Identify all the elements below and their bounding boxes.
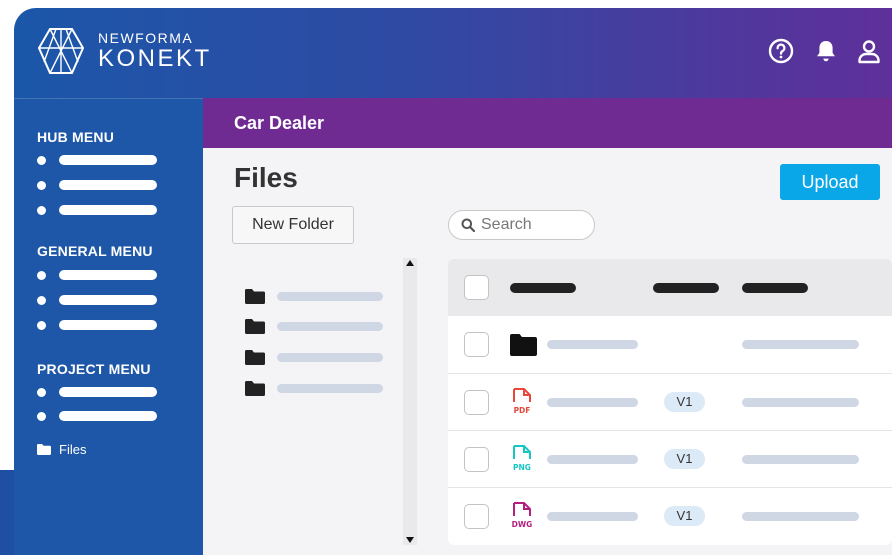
hub-menu-item[interactable]: [37, 180, 157, 190]
search-input[interactable]: Search: [448, 210, 595, 240]
file-name-placeholder: [547, 340, 638, 349]
project-menu-item[interactable]: [37, 411, 157, 421]
hub-menu-item[interactable]: [37, 205, 157, 215]
folder-tree-scrollbar[interactable]: [403, 258, 417, 545]
file-name-placeholder: [547, 512, 638, 521]
folder-icon: [510, 334, 537, 356]
column-header-name[interactable]: [510, 283, 576, 293]
select-all-checkbox[interactable]: [464, 275, 489, 300]
folder-icon: [37, 444, 51, 455]
modified-placeholder: [742, 512, 859, 521]
file-table: PDF V1 PNG V1 DWG V1: [448, 259, 892, 545]
brand-name-top: NEWFORMA: [98, 30, 194, 46]
general-menu-item[interactable]: [37, 295, 157, 305]
newforma-konekt-logo[interactable]: NEWFORMA KONEKT: [36, 26, 212, 76]
general-menu-title: GENERAL MENU: [37, 243, 153, 259]
table-header: [448, 259, 892, 316]
sidebar-item-files-label: Files: [59, 442, 87, 457]
scroll-down-arrow-icon[interactable]: [406, 537, 414, 543]
pdf-file-icon: PDF: [513, 388, 531, 415]
sidebar: HUB MENU GENERAL MENU PROJECT MENU Files: [14, 98, 203, 555]
folder-tree-item[interactable]: [245, 381, 383, 396]
project-bar: Car Dealer: [203, 98, 892, 148]
modified-placeholder: [742, 340, 859, 349]
modified-placeholder: [742, 398, 859, 407]
folder-tree-item[interactable]: [245, 319, 383, 334]
version-badge[interactable]: V1: [664, 506, 705, 526]
file-name-placeholder: [547, 455, 638, 464]
png-file-icon: PNG: [513, 445, 531, 472]
brand-name-bottom: KONEKT: [98, 45, 212, 72]
dwg-file-icon: DWG: [512, 502, 533, 529]
hub-menu-title: HUB MENU: [37, 129, 115, 145]
file-name-placeholder: [547, 398, 638, 407]
version-badge[interactable]: V1: [664, 449, 705, 469]
folder-tree-item[interactable]: [245, 350, 383, 365]
column-header-version[interactable]: [653, 283, 719, 293]
version-badge[interactable]: V1: [664, 392, 705, 412]
row-checkbox[interactable]: [464, 390, 489, 415]
app-window: NEWFORMA KONEKT HUB MENU GENERAL MENU PR…: [14, 8, 892, 555]
project-menu-title: PROJECT MENU: [37, 361, 151, 377]
folder-icon: [245, 289, 265, 304]
table-row[interactable]: [448, 316, 892, 373]
row-checkbox[interactable]: [464, 332, 489, 357]
project-menu-item[interactable]: [37, 387, 157, 397]
table-row[interactable]: DWG V1: [448, 487, 892, 544]
scroll-up-arrow-icon[interactable]: [406, 260, 414, 266]
hub-menu-item[interactable]: [37, 155, 157, 165]
table-row[interactable]: PNG V1: [448, 430, 892, 487]
folder-tree-item[interactable]: [245, 289, 383, 304]
general-menu-item[interactable]: [37, 320, 157, 330]
modified-placeholder: [742, 455, 859, 464]
project-name: Car Dealer: [234, 113, 325, 133]
pdf-label: PDF: [514, 406, 531, 415]
dwg-label: DWG: [512, 520, 533, 529]
top-header: NEWFORMA KONEKT: [14, 8, 892, 98]
page-title: Files: [234, 162, 298, 193]
folder-icon: [245, 319, 265, 334]
new-folder-button[interactable]: New Folder: [232, 206, 354, 244]
user-icon[interactable]: [856, 38, 882, 64]
help-icon[interactable]: [768, 38, 794, 64]
bell-icon[interactable]: [813, 38, 839, 64]
table-row[interactable]: PDF V1: [448, 373, 892, 430]
main-content: Files Upload New Folder Search PDF V1 PN…: [203, 148, 892, 555]
column-header-modified[interactable]: [742, 283, 808, 293]
folder-icon: [245, 350, 265, 365]
folder-icon: [245, 381, 265, 396]
konekt-logo-icon: [37, 28, 85, 74]
general-menu-item[interactable]: [37, 270, 157, 280]
search-icon: [461, 218, 475, 232]
row-checkbox[interactable]: [464, 447, 489, 472]
row-checkbox[interactable]: [464, 504, 489, 529]
upload-button[interactable]: Upload: [780, 164, 880, 200]
png-label: PNG: [513, 463, 531, 472]
search-placeholder: Search: [481, 216, 532, 233]
sidebar-item-files[interactable]: Files: [37, 442, 86, 457]
